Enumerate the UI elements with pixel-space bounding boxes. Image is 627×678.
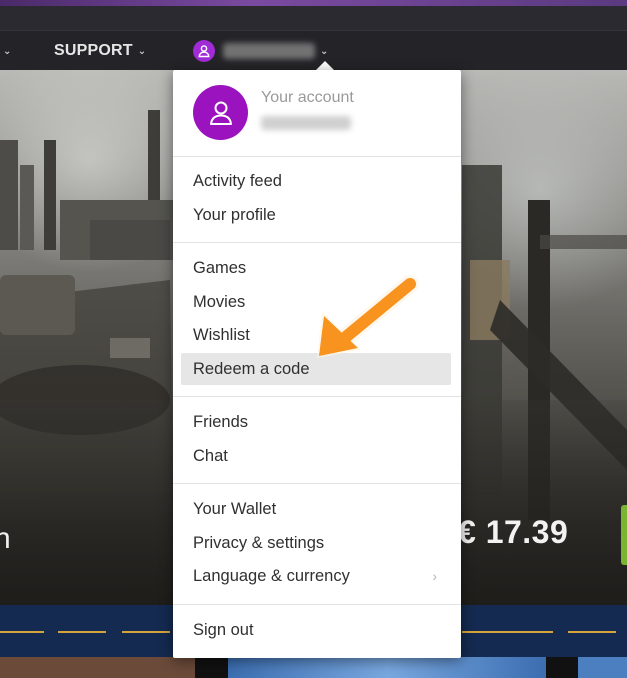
nav-menu-chevron[interactable]: ⌄ — [0, 31, 12, 71]
menu-item-label: Your Wallet — [193, 499, 277, 518]
menu-item-your-wallet[interactable]: Your Wallet — [181, 493, 451, 525]
menu-item-label: Sign out — [193, 620, 254, 639]
menu-item-activity-feed[interactable]: Activity feed — [181, 165, 451, 197]
menu-item-games[interactable]: Games — [181, 252, 451, 284]
menu-item-language-currency[interactable]: Language & currency › — [181, 560, 451, 592]
navbar: ⌄ SUPPORT ⌄ ⌄ — [0, 30, 627, 70]
account-header[interactable]: Your account — [173, 70, 461, 156]
menu-item-redeem-code[interactable]: Redeem a code — [181, 353, 451, 385]
hero-title-fragment: n — [0, 522, 11, 555]
chevron-right-icon: › — [432, 568, 437, 584]
thumbnail[interactable] — [228, 657, 546, 678]
menu-item-label: Privacy & settings — [193, 533, 325, 552]
username-redacted — [223, 43, 315, 59]
menu-item-label: Redeem a code — [193, 359, 310, 378]
band-dash — [122, 631, 170, 633]
user-icon — [198, 45, 210, 58]
hero-price-value: € 17.39 — [458, 514, 569, 550]
menu-divider — [173, 396, 461, 397]
account-title: Your account — [261, 89, 354, 106]
chevron-down-icon: ⌄ — [137, 45, 147, 57]
chevron-down-icon: ⌄ — [3, 45, 12, 57]
user-icon — [209, 101, 232, 125]
menu-item-your-profile[interactable]: Your profile — [181, 199, 451, 231]
menu-divider — [173, 242, 461, 243]
menu-item-sign-out[interactable]: Sign out — [181, 614, 451, 646]
menu-item-label: Games — [193, 258, 247, 277]
menu-divider — [173, 156, 461, 157]
nav-user-menu[interactable]: ⌄ — [193, 31, 329, 71]
thumbnail-strip — [0, 657, 627, 678]
band-dash — [58, 631, 106, 633]
nav-support-label: SUPPORT — [54, 42, 133, 59]
account-username-redacted — [261, 116, 351, 130]
chevron-down-icon: ⌄ — [320, 45, 329, 57]
user-avatar-small — [193, 40, 215, 62]
menu-item-wishlist[interactable]: Wishlist — [181, 319, 451, 351]
menu-item-label: Activity feed — [193, 171, 282, 190]
menu-item-movies[interactable]: Movies — [181, 286, 451, 318]
menu-item-label: Language & currency — [193, 566, 350, 585]
menu-item-label: Movies — [193, 292, 246, 311]
band-dash — [505, 631, 553, 633]
menu-item-label: Your profile — [193, 205, 276, 224]
menu-divider — [173, 604, 461, 605]
band-dash — [0, 631, 44, 633]
band-dash — [568, 631, 616, 633]
top-bar — [0, 6, 627, 30]
menu-item-label: Friends — [193, 412, 249, 431]
thumbnail[interactable] — [0, 657, 195, 678]
band-dash — [462, 631, 510, 633]
menu-divider — [173, 483, 461, 484]
nav-support[interactable]: SUPPORT ⌄ — [54, 31, 146, 71]
buy-button-edge[interactable] — [621, 505, 627, 565]
menu-item-chat[interactable]: Chat — [181, 440, 451, 472]
menu-item-label: Chat — [193, 446, 228, 465]
thumbnail[interactable] — [578, 657, 627, 678]
account-avatar — [193, 85, 248, 140]
account-dropdown: Your account Activity feed Your profile … — [173, 70, 461, 658]
menu-item-label: Wishlist — [193, 325, 250, 344]
menu-item-privacy-settings[interactable]: Privacy & settings — [181, 527, 451, 559]
menu-item-friends[interactable]: Friends — [181, 406, 451, 438]
